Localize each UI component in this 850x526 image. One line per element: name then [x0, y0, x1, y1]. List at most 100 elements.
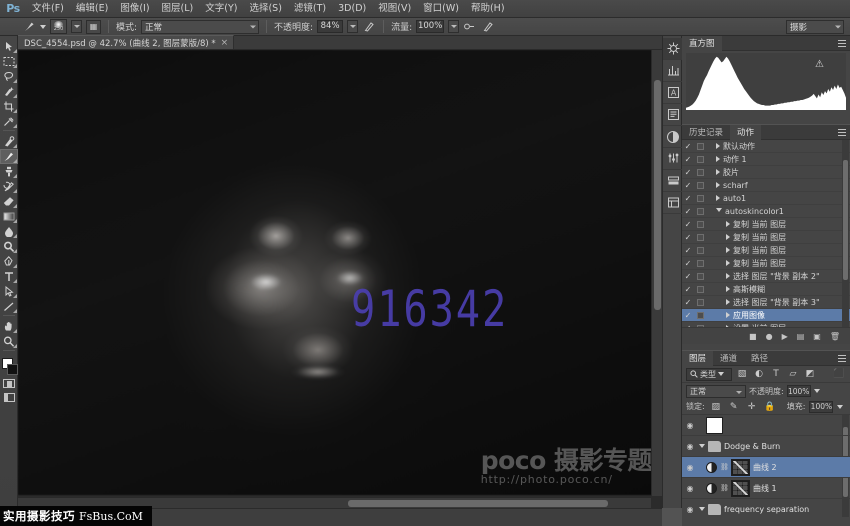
action-toggle-checkbox[interactable]: ✓ [682, 324, 694, 328]
background-color-swatch[interactable] [7, 364, 18, 375]
action-toggle-checkbox[interactable]: ✓ [682, 233, 694, 242]
shape-filter-icon[interactable]: ▱ [786, 368, 800, 381]
layers-list[interactable]: ◉◉Dodge & Burn◉⛓曲线 2◉⛓曲线 1◉frequency sep… [682, 414, 850, 517]
action-row[interactable]: ✓复制 当前 图层 [682, 244, 850, 257]
action-toggle-checkbox[interactable]: ✓ [682, 194, 694, 203]
expand-chevron-icon[interactable] [726, 299, 730, 305]
expand-chevron-icon[interactable] [726, 325, 730, 327]
action-dialog-toggle[interactable] [694, 195, 706, 202]
action-row[interactable]: ✓默认动作 [682, 140, 850, 153]
layer-name[interactable]: frequency separation [724, 505, 809, 514]
adjustment-filter-icon[interactable]: ◐ [752, 368, 766, 381]
layer-group-folder-icon[interactable] [708, 441, 721, 452]
menu-filter[interactable]: 滤镜(T) [288, 0, 332, 18]
expand-chevron-icon[interactable] [716, 195, 720, 201]
histogram-warning-icon[interactable]: ⚠ [815, 59, 824, 70]
action-row[interactable]: ✓auto1 [682, 192, 850, 205]
action-row[interactable]: ✓复制 当前 图层 [682, 218, 850, 231]
action-dialog-toggle[interactable] [694, 182, 706, 189]
tab-histogram[interactable]: 直方图 [682, 36, 722, 51]
smart-filter-icon[interactable]: ◩ [803, 368, 817, 381]
blur-tool[interactable] [0, 224, 18, 239]
type-tool[interactable] [0, 269, 18, 284]
opacity-pressure-icon[interactable] [362, 20, 376, 34]
action-row[interactable]: ✓复制 当前 图层 [682, 231, 850, 244]
layer-name[interactable]: 曲线 1 [753, 483, 777, 494]
brush-preset-chevron-icon[interactable] [40, 25, 46, 29]
zoom-tool[interactable] [0, 334, 18, 349]
layer-visibility-eye-icon[interactable]: ◉ [684, 421, 696, 430]
panel-menu-icon[interactable] [836, 127, 847, 138]
flow-input[interactable]: 100% [416, 20, 444, 33]
tab-paths[interactable]: 路径 [744, 351, 775, 366]
menu-select[interactable]: 选择(S) [243, 0, 287, 18]
menu-help[interactable]: 帮助(H) [465, 0, 511, 18]
brush-pressure-size-icon[interactable] [481, 20, 495, 34]
healing-brush-tool[interactable] [0, 134, 18, 149]
scrollbar-thumb[interactable] [654, 80, 661, 310]
dodge-tool[interactable] [0, 239, 18, 254]
actions-scrollbar[interactable] [842, 140, 849, 327]
stop-icon[interactable]: ■ [749, 332, 757, 341]
lock-all-icon[interactable]: 🔒 [763, 400, 777, 413]
expand-chevron-icon[interactable] [726, 234, 730, 240]
expand-chevron-icon[interactable] [716, 143, 720, 149]
panel-menu-icon[interactable] [836, 38, 847, 49]
scrollbar-thumb[interactable] [348, 500, 608, 507]
mask-link-icon[interactable]: ⛓ [720, 463, 728, 471]
mask-link-icon[interactable]: ⛓ [720, 484, 728, 492]
action-toggle-checkbox[interactable]: ✓ [682, 142, 694, 151]
action-row[interactable]: ✓设置 当前 图层 [682, 322, 850, 327]
expand-chevron-icon[interactable] [726, 286, 730, 292]
tab-history[interactable]: 历史记录 [682, 125, 730, 140]
panel-menu-icon[interactable] [836, 353, 847, 364]
action-dialog-toggle[interactable] [694, 325, 706, 328]
layer-row[interactable]: ◉⛓曲线 2 [682, 457, 850, 478]
pen-tool[interactable] [0, 254, 18, 269]
crop-tool[interactable] [0, 99, 18, 114]
tab-channels[interactable]: 通道 [713, 351, 744, 366]
layer-fill-input[interactable]: 100% [809, 401, 833, 413]
group-expand-chevron-icon[interactable] [699, 507, 705, 511]
action-row[interactable]: ✓胶片 [682, 166, 850, 179]
marquee-tool[interactable] [0, 54, 18, 69]
layer-visibility-eye-icon[interactable]: ◉ [684, 505, 696, 514]
pixel-filter-icon[interactable]: ▧ [735, 368, 749, 381]
layer-visibility-eye-icon[interactable]: ◉ [684, 484, 696, 493]
layer-name[interactable]: 曲线 2 [753, 462, 777, 473]
action-dialog-toggle[interactable] [694, 273, 706, 280]
blend-mode-select[interactable]: 正常 [141, 20, 259, 34]
group-expand-chevron-icon[interactable] [699, 444, 705, 448]
path-selection-tool[interactable] [0, 284, 18, 299]
color-swatches[interactable] [0, 356, 18, 376]
menu-file[interactable]: 文件(F) [26, 0, 70, 18]
layer-row[interactable]: ◉ [682, 415, 850, 436]
scrollbar-thumb[interactable] [843, 160, 848, 280]
opacity-dropdown[interactable] [347, 20, 358, 33]
new-action-icon[interactable]: ▣ [813, 332, 821, 341]
action-row[interactable]: ✓复制 当前 图层 [682, 257, 850, 270]
action-dialog-toggle[interactable] [694, 208, 706, 215]
clone-stamp-tool[interactable] [0, 164, 18, 179]
chevron-down-icon[interactable] [837, 405, 843, 409]
tab-layers[interactable]: 图层 [682, 351, 713, 366]
history-brush-tool[interactable] [0, 179, 18, 194]
menu-type[interactable]: 文字(Y) [199, 0, 243, 18]
document-tab[interactable]: DSC_4554.psd @ 42.7% (曲线 2, 图层蒙版/8) * × [18, 35, 234, 49]
type-filter-icon[interactable]: T [769, 368, 783, 381]
layer-filter-type-select[interactable]: 类型 [686, 368, 732, 381]
expand-chevron-icon[interactable] [726, 312, 730, 318]
action-row[interactable]: ✓应用图像 [682, 309, 850, 322]
hand-tool[interactable] [0, 319, 18, 334]
workspace-switcher[interactable]: 摄影 [786, 20, 844, 34]
canvas-vertical-scrollbar[interactable] [651, 50, 662, 496]
brush-panel-toggle-icon[interactable]: ▦ [86, 20, 101, 34]
layer-group-folder-icon[interactable] [708, 504, 721, 515]
layer-thumbnail[interactable] [706, 417, 723, 434]
brush-settings-icon[interactable] [663, 60, 683, 82]
action-dialog-toggle[interactable] [694, 234, 706, 241]
layer-row[interactable]: ◉ frequency separation [682, 499, 850, 517]
action-toggle-checkbox[interactable]: ✓ [682, 259, 694, 268]
action-toggle-checkbox[interactable]: ✓ [682, 155, 694, 164]
menu-edit[interactable]: 编辑(E) [70, 0, 114, 18]
